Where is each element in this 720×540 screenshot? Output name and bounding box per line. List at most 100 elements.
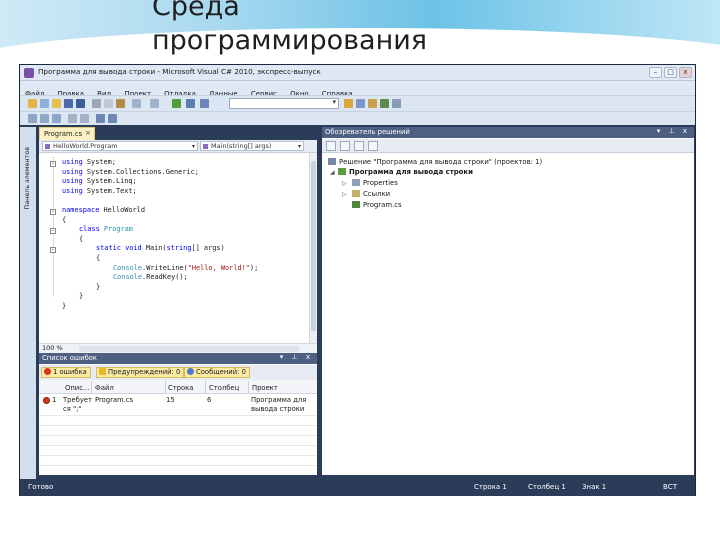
tree-solution[interactable]: Решение "Программа для вывода строки" (п… bbox=[328, 157, 542, 167]
toolbox-strip[interactable]: Панель элементов bbox=[20, 127, 36, 479]
minimize-button[interactable]: – bbox=[649, 67, 662, 78]
row-divider bbox=[39, 455, 317, 456]
col-column[interactable]: Столбец bbox=[209, 384, 239, 392]
code-area[interactable]: – – – – using System; using System.Colle… bbox=[39, 155, 309, 337]
start-debugging-icon[interactable] bbox=[172, 99, 181, 108]
next-bookmark-icon[interactable] bbox=[108, 114, 117, 123]
toolbox-label[interactable]: Панель элементов bbox=[23, 147, 31, 210]
close-tab-icon[interactable]: × bbox=[85, 129, 91, 137]
code-line-15: } bbox=[79, 292, 84, 301]
errors-filter-button[interactable]: 1 ошибка bbox=[41, 367, 91, 378]
member-dropdown[interactable]: Main(string[] args) bbox=[200, 141, 304, 151]
collapse-class-icon[interactable]: – bbox=[50, 228, 56, 234]
code-line-16: } bbox=[62, 302, 67, 310]
zoom-level[interactable]: 100 % bbox=[42, 344, 63, 352]
col-file[interactable]: Файл bbox=[95, 384, 114, 392]
code-line-7: { bbox=[62, 215, 67, 224]
uncomment-icon[interactable] bbox=[80, 114, 89, 123]
warnings-filter-button[interactable]: Предупреждений: 0 bbox=[96, 367, 185, 378]
column-divider bbox=[205, 381, 206, 393]
pane-controls[interactable]: ▾ ⊥ x bbox=[280, 353, 313, 361]
editor-vertical-scrollbar[interactable] bbox=[309, 153, 317, 361]
tree-program-cs[interactable]: Program.cs bbox=[352, 200, 402, 210]
slide-title-line2: программирования bbox=[152, 25, 428, 56]
code-line-14: } bbox=[96, 282, 101, 291]
tab-program-cs[interactable]: Program.cs × bbox=[39, 127, 95, 140]
parameter-info-icon[interactable] bbox=[40, 114, 49, 123]
navigation-bar: HelloWorld.Program Main(string[] args) bbox=[39, 140, 317, 153]
toggle-bookmark-icon[interactable] bbox=[96, 114, 105, 123]
scroll-thumb[interactable] bbox=[311, 161, 316, 331]
copy-icon[interactable] bbox=[104, 99, 113, 108]
status-column: Столбец 1 bbox=[528, 483, 566, 491]
object-browser-icon[interactable] bbox=[368, 99, 377, 108]
col-line[interactable]: Строка bbox=[168, 384, 193, 392]
tree-properties[interactable]: Properties bbox=[352, 178, 398, 188]
messages-filter-button[interactable]: Сообщений: 0 bbox=[184, 367, 250, 378]
expand-references-icon[interactable]: ▷ bbox=[342, 191, 347, 198]
code-line-6: namespace HelloWorld bbox=[62, 206, 145, 214]
extension-manager-icon[interactable] bbox=[392, 99, 401, 108]
maximize-button[interactable]: □ bbox=[664, 67, 677, 78]
row-divider bbox=[39, 465, 317, 466]
code-line-11: { bbox=[96, 254, 101, 262]
solution-explorer-title: Обозреватель решений ▾ ⊥ x bbox=[322, 127, 694, 138]
tree-references[interactable]: Ссылки bbox=[352, 189, 390, 199]
expand-properties-icon[interactable]: ▷ bbox=[342, 180, 347, 187]
code-line-2: using System.Collections.Generic; bbox=[62, 167, 199, 176]
error-list-pane: Список ошибок ▾ ⊥ x 1 ошибка Предупрежде… bbox=[39, 353, 317, 475]
refresh-icon[interactable] bbox=[354, 141, 364, 151]
text-editor-toolbar bbox=[20, 111, 695, 125]
collapse-method-icon[interactable]: – bbox=[50, 247, 56, 253]
editor-horizontal-scrollbar[interactable] bbox=[79, 346, 299, 352]
row-divider bbox=[39, 445, 317, 446]
paste-icon[interactable] bbox=[116, 99, 125, 108]
quick-info-icon[interactable] bbox=[52, 114, 61, 123]
save-icon[interactable] bbox=[64, 99, 73, 108]
collapse-namespace-icon[interactable]: – bbox=[50, 209, 56, 215]
class-dropdown[interactable]: HelloWorld.Program bbox=[42, 141, 198, 151]
error-description-2: ся ";" bbox=[63, 404, 82, 413]
error-filter-bar: 1 ошибка Предупреждений: 0 Сообщений: 0 bbox=[39, 365, 317, 380]
comment-out-icon[interactable] bbox=[68, 114, 77, 123]
row-divider bbox=[39, 435, 317, 436]
new-project-icon[interactable] bbox=[28, 99, 37, 108]
col-description[interactable]: Опис... bbox=[65, 384, 89, 392]
collapse-using-icon[interactable]: – bbox=[50, 161, 56, 167]
window-title: Программа для вывода строки - Microsoft … bbox=[38, 67, 321, 76]
toolbox-toolbar-icon[interactable] bbox=[380, 99, 389, 108]
show-all-files-icon[interactable] bbox=[340, 141, 350, 151]
solution-icon bbox=[328, 158, 336, 165]
error-project-2: вывода строки bbox=[251, 404, 305, 413]
add-item-icon[interactable] bbox=[40, 99, 49, 108]
pane-controls[interactable]: ▾ ⊥ x bbox=[657, 127, 690, 135]
code-line-13: Console.ReadKey(); bbox=[113, 273, 188, 282]
code-line-3: using System.Linq; bbox=[62, 177, 137, 186]
save-all-icon[interactable] bbox=[76, 99, 85, 108]
properties-window-icon[interactable] bbox=[356, 99, 365, 108]
cut-icon[interactable] bbox=[92, 99, 101, 108]
redo-icon[interactable] bbox=[150, 99, 159, 108]
col-project[interactable]: Проект bbox=[252, 384, 278, 392]
undo-icon[interactable] bbox=[132, 99, 141, 108]
error-column: 6 bbox=[207, 396, 212, 404]
code-editor-pane: Program.cs × HelloWorld.Program Main(str… bbox=[39, 127, 317, 361]
close-button[interactable]: x bbox=[679, 67, 692, 78]
solution-explorer-icon[interactable] bbox=[344, 99, 353, 108]
solution-explorer-toolbar bbox=[322, 139, 694, 153]
slide-title-line1: Среда bbox=[152, 0, 240, 22]
standard-toolbar bbox=[20, 95, 695, 111]
expand-project-icon[interactable]: ◢ bbox=[330, 169, 335, 176]
open-file-icon[interactable] bbox=[52, 99, 61, 108]
tree-project[interactable]: Программа для вывода строки bbox=[338, 167, 473, 177]
solution-explorer-title-text: Обозреватель решений bbox=[325, 128, 410, 136]
status-bar: Готово Строка 1 Столбец 1 Знак 1 ВСТ bbox=[20, 479, 695, 496]
properties-icon[interactable] bbox=[326, 141, 336, 151]
find-in-files-icon[interactable] bbox=[200, 99, 209, 108]
search-combobox[interactable] bbox=[229, 98, 339, 109]
view-code-icon[interactable] bbox=[368, 141, 378, 151]
csharp-project-icon bbox=[338, 168, 346, 175]
list-members-icon[interactable] bbox=[28, 114, 37, 123]
error-list-header: Опис... Файл Строка Столбец Проект bbox=[39, 380, 317, 394]
find-icon[interactable] bbox=[186, 99, 195, 108]
